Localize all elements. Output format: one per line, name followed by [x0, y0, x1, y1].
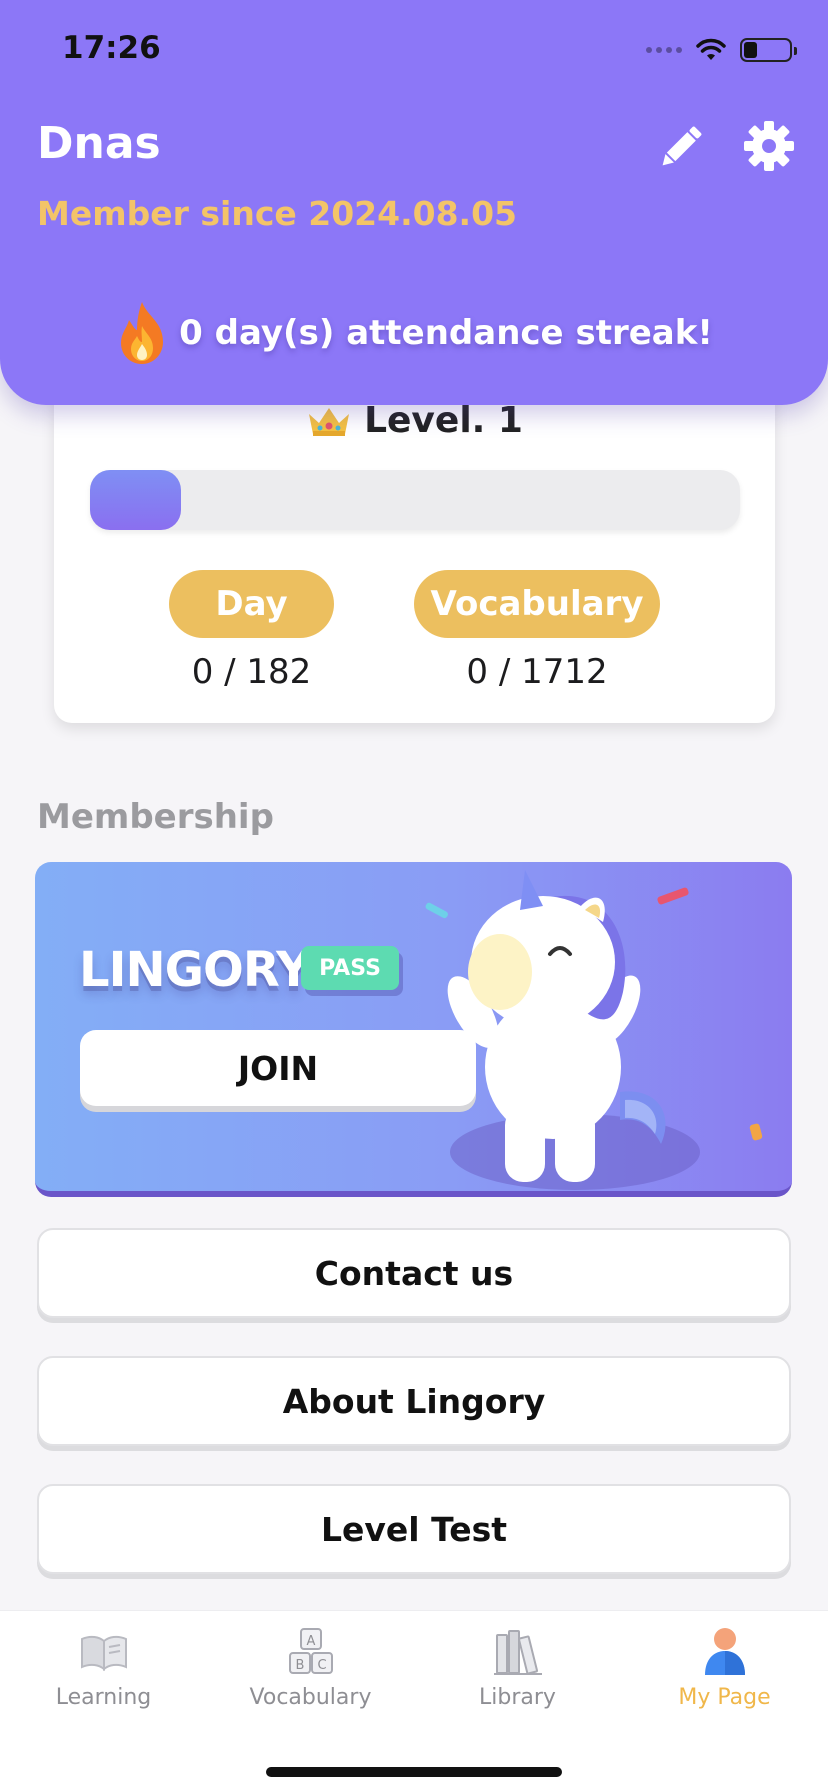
vocabulary-pill: Vocabulary — [414, 570, 660, 638]
nav-tab-my-page[interactable]: My Page — [621, 1625, 828, 1725]
settings-button[interactable] — [740, 117, 798, 175]
nav-label-my-page: My Page — [678, 1685, 771, 1710]
nav-label-library: Library — [479, 1685, 556, 1710]
day-stat: Day 0 / 182 — [169, 570, 334, 692]
about-lingory-button[interactable]: About Lingory — [37, 1356, 791, 1446]
person-icon — [704, 1628, 745, 1675]
wifi-icon — [696, 38, 726, 62]
abc-blocks-icon: A B C — [288, 1628, 333, 1674]
level-progress-bar — [90, 470, 740, 530]
status-icons — [646, 34, 797, 66]
level-title: Level. 1 — [54, 400, 775, 441]
level-test-button[interactable]: Level Test — [37, 1484, 791, 1574]
membership-banner[interactable]: LINGORY PASS JOIN — [35, 862, 792, 1197]
edit-profile-button[interactable] — [652, 118, 710, 176]
crown-icon — [309, 407, 350, 436]
nav-label-vocabulary: Vocabulary — [249, 1685, 372, 1710]
level-label: Level. 1 — [364, 400, 523, 441]
pass-badge: PASS — [301, 946, 399, 990]
svg-text:C: C — [317, 1658, 326, 1673]
streak-text: 0 day(s) attendance streak! — [179, 313, 713, 353]
bookshelf-icon — [493, 1630, 542, 1675]
contact-us-button[interactable]: Contact us — [37, 1228, 791, 1318]
level-progress-fill — [90, 470, 181, 530]
vocabulary-value: 0 / 1712 — [466, 652, 608, 692]
nav-tab-learning[interactable]: Learning — [0, 1625, 207, 1725]
gear-icon — [744, 121, 794, 171]
svg-text:B: B — [295, 1658, 304, 1673]
nav-tab-library[interactable]: Library — [414, 1625, 621, 1725]
lingory-logo: LINGORY — [79, 942, 311, 998]
unicorn-mascot — [425, 870, 763, 1190]
membership-section-title: Membership — [37, 797, 274, 837]
day-pill: Day — [169, 570, 334, 638]
home-indicator — [266, 1767, 562, 1777]
profile-header: 17:26 Dnas Member since 2024.08.05 0 day… — [0, 0, 828, 405]
status-time: 17:26 — [62, 30, 161, 66]
nav-tab-vocabulary[interactable]: A B C Vocabulary — [207, 1625, 414, 1725]
bottom-navigation: Learning A B C Vocabulary Library My Pag… — [0, 1610, 828, 1792]
cellular-signal-icon — [646, 47, 682, 53]
svg-text:A: A — [306, 1634, 315, 1649]
user-name: Dnas — [37, 118, 161, 169]
pencil-icon — [662, 126, 702, 166]
nav-label-learning: Learning — [55, 1685, 152, 1710]
member-since-text: Member since 2024.08.05 — [37, 194, 518, 233]
day-value: 0 / 182 — [191, 652, 312, 692]
battery-icon — [740, 38, 797, 62]
book-icon — [80, 1635, 127, 1672]
attendance-streak: 0 day(s) attendance streak! — [0, 298, 828, 368]
join-button[interactable]: JOIN — [80, 1030, 476, 1106]
fire-icon — [121, 302, 164, 364]
vocabulary-stat: Vocabulary 0 / 1712 — [414, 570, 660, 692]
